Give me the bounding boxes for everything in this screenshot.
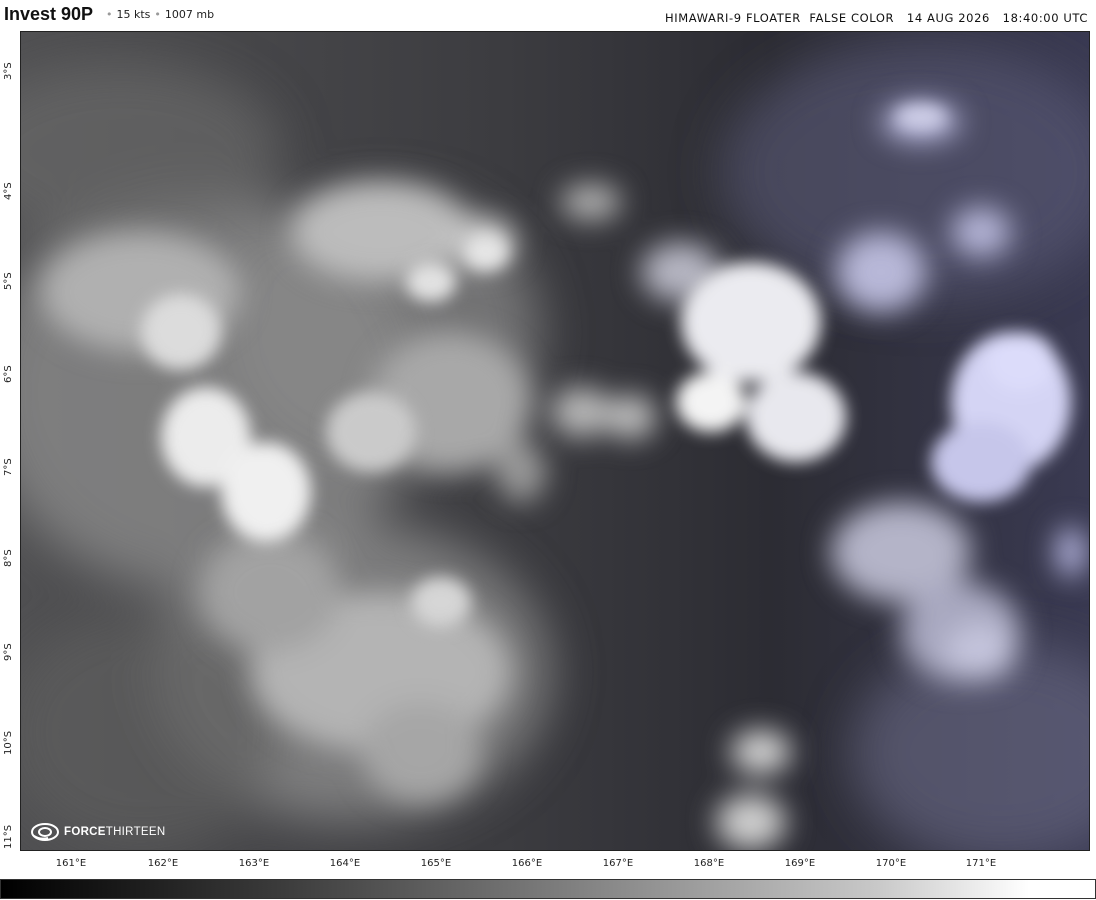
- longitude-label: 161°E: [55, 858, 87, 869]
- latitude-label: 10°S: [3, 730, 14, 755]
- latitude-label: 5°S: [3, 272, 14, 290]
- longitude-label: 170°E: [875, 858, 907, 869]
- pressure: 1007 mb: [164, 8, 215, 21]
- longitude-label: 166°E: [511, 858, 543, 869]
- latitude-label: 6°S: [3, 365, 14, 383]
- storm-stats: • 15 kts • 1007 mb: [102, 8, 214, 21]
- latitude-label: 9°S: [3, 643, 14, 661]
- latitude-label: 11°S: [3, 824, 14, 849]
- longitude-label: 162°E: [147, 858, 179, 869]
- longitude-label: 163°E: [238, 858, 270, 869]
- brand-logo: FORCETHIRTEEN: [30, 822, 165, 842]
- longitude-label: 169°E: [784, 858, 816, 869]
- storm-name: Invest 90P: [4, 4, 94, 24]
- satellite-imagery-svg: [21, 32, 1089, 850]
- brand-name-bold: FORCE: [64, 826, 106, 838]
- latitude-label: 7°S: [3, 458, 14, 476]
- cyclone-icon: [31, 823, 59, 841]
- longitude-label: 168°E: [693, 858, 725, 869]
- longitude-label: 164°E: [329, 858, 361, 869]
- longitude-label: 167°E: [602, 858, 634, 869]
- latitude-label: 8°S: [3, 549, 14, 567]
- separator-dot-icon: •: [106, 8, 113, 21]
- source-info: HIMAWARI-9 FLOATER FALSE COLOR 14 AUG 20…: [665, 11, 1088, 25]
- brightness-colorbar: [0, 879, 1096, 899]
- longitude-label: 171°E: [965, 858, 997, 869]
- latitude-label: 3°S: [3, 62, 14, 80]
- longitude-label: 165°E: [420, 858, 452, 869]
- wind-speed: 15 kts: [116, 8, 151, 21]
- header-bar: Invest 90P • 15 kts • 1007 mb HIMAWARI-9 FL…: [0, 0, 1096, 30]
- brand-name-light: THIRTEEN: [105, 826, 166, 838]
- latitude-label: 4°S: [3, 182, 14, 200]
- separator-dot-icon: •: [154, 8, 161, 21]
- satellite-image[interactable]: [20, 31, 1090, 851]
